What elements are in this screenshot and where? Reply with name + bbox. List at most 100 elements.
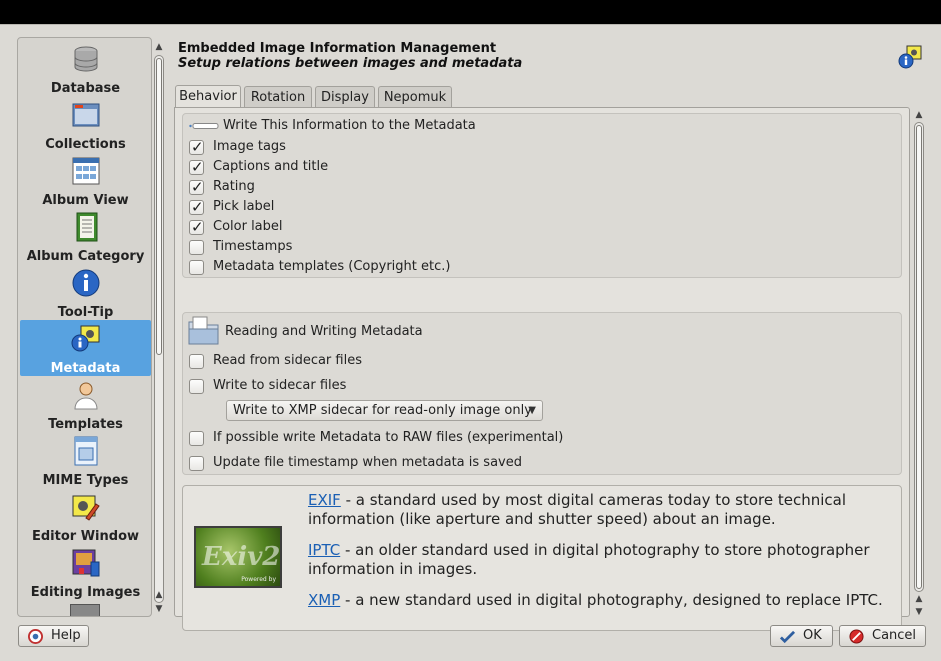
checkmark-icon: ✓ (191, 198, 204, 216)
raw-icon (70, 604, 100, 616)
metadata-icon (898, 45, 922, 69)
sidebar-scrollbar[interactable]: ▲ ▲ ▼ (152, 41, 166, 616)
info-icon (72, 269, 99, 297)
sidebar-item-label: Album View (42, 193, 129, 208)
main-scrollbar[interactable]: ▲ ▲ ▼ (912, 109, 926, 617)
checkbox-label: Write to sidecar files (213, 378, 347, 393)
sidebar-item-database[interactable]: Database (20, 40, 151, 96)
checkbox[interactable]: ✓ (189, 138, 204, 156)
checkbox[interactable] (189, 431, 204, 446)
exif-description: EXIF - a standard used by most digital c… (308, 491, 893, 529)
sidebar-item-metadata[interactable]: Metadata (20, 320, 151, 376)
checkbox[interactable]: ✓ (189, 218, 204, 236)
iptc-description: IPTC - an older standard used in digital… (308, 541, 893, 579)
cancel-button-label: Cancel (872, 628, 917, 643)
sidebar-item-editor-window[interactable]: Editor Window (20, 488, 151, 544)
xmp-link[interactable]: XMP (308, 591, 340, 609)
checkbox-label: Read from sidecar files (213, 353, 362, 368)
checkbox[interactable] (189, 240, 204, 255)
help-button[interactable]: Help (18, 625, 89, 647)
templates-icon (73, 382, 98, 410)
exif-link[interactable]: EXIF (308, 491, 341, 509)
checkbox[interactable]: ✓ (189, 178, 204, 196)
settings-sidebar: Database Collections Album View Album Ca… (17, 37, 152, 617)
scrollbar-thumb[interactable] (916, 125, 922, 589)
checkbox-label: Color label (213, 219, 283, 234)
sidebar-item-label: Templates (48, 417, 123, 432)
folder-icon (188, 316, 219, 345)
iptc-text: - an older standard used in digital phot… (308, 541, 870, 578)
checkbox[interactable] (189, 456, 204, 471)
checkmark-icon: ✓ (191, 218, 204, 236)
iptc-link[interactable]: IPTC (308, 541, 340, 559)
sidebar-item-label: Editing Images (30, 585, 141, 600)
sidebar-item-label: Database (50, 81, 121, 96)
checkbox[interactable]: ✓ (189, 198, 204, 216)
sidebar-item-editing-images[interactable]: Editing Images (20, 544, 151, 600)
collections-icon (72, 103, 99, 127)
scroll-up-icon[interactable]: ▲ (912, 109, 926, 121)
ok-button-label: OK (803, 628, 822, 643)
scroll-up-icon[interactable]: ▲ (912, 593, 926, 605)
sidebar-item-collections[interactable]: Collections (20, 96, 151, 152)
scroll-up-icon[interactable]: ▲ (152, 41, 166, 53)
scroll-up-icon[interactable]: ▲ (152, 589, 166, 601)
metadata-info-box: Exiv2 Powered by EXIF - a standard used … (182, 485, 902, 631)
sidebar-item-label: Album Category (26, 249, 145, 264)
tab-rotation[interactable]: Rotation (244, 86, 312, 108)
checkbox[interactable] (189, 379, 204, 394)
sidebar-item-label: MIME Types (42, 473, 129, 488)
xmp-description: XMP - a new standard used in digital pho… (308, 591, 893, 610)
write-group-title: Write This Information to the Metadata (223, 118, 476, 133)
help-icon (28, 629, 43, 644)
album-view-icon (72, 157, 99, 185)
sidebar-item-mime-types[interactable]: MIME Types (20, 432, 151, 488)
checkbox[interactable]: ✓ (189, 158, 204, 176)
sidebar-item-label: Editor Window (31, 529, 140, 544)
tab-nepomuk[interactable]: Nepomuk (378, 86, 452, 108)
cancel-icon (849, 629, 864, 644)
exiv2-logo: Exiv2 Powered by (194, 526, 282, 588)
scrollbar-track[interactable] (914, 122, 924, 592)
sidebar-item-tool-tip[interactable]: Tool-Tip (20, 264, 151, 320)
sidebar-item-label: Metadata (50, 361, 121, 376)
album-category-icon (76, 212, 97, 242)
metadata-icon (71, 325, 99, 352)
exiv2-logo-caption: Powered by (241, 576, 276, 583)
behavior-tab-panel: Write This Information to the Metadata ✓… (174, 107, 910, 631)
chevron-down-icon: ▼ (528, 405, 536, 416)
checkbox-label: Rating (213, 179, 255, 194)
mime-types-icon (74, 436, 97, 466)
xmp-text: - a new standard used in digital photogr… (340, 591, 883, 609)
editor-window-icon (72, 495, 100, 521)
sidebar-item-album-view[interactable]: Album View (20, 152, 151, 208)
write-group-icon (189, 123, 219, 129)
sidecar-mode-select[interactable]: Write to XMP sidecar for read-only image… (226, 400, 543, 421)
read-write-metadata-group: Reading and Writing Metadata Read from s… (182, 312, 902, 475)
database-icon (74, 46, 97, 72)
checkbox-label: Pick label (213, 199, 275, 214)
sidebar-item-label: Tool-Tip (57, 305, 114, 320)
checkbox[interactable] (189, 260, 204, 275)
tab-behavior[interactable]: Behavior (175, 85, 241, 108)
cancel-button[interactable]: Cancel (839, 625, 926, 647)
sidebar-item-templates[interactable]: Templates (20, 376, 151, 432)
checkbox-label: If possible write Metadata to RAW files … (213, 430, 564, 445)
write-metadata-group: Write This Information to the Metadata ✓… (182, 113, 902, 278)
settings-window: Database Collections Album View Album Ca… (0, 24, 941, 661)
checkbox-label: Timestamps (213, 239, 293, 254)
checkbox-label: Image tags (213, 139, 286, 154)
scrollbar-track[interactable] (154, 55, 164, 603)
checkmark-icon: ✓ (191, 178, 204, 196)
scroll-down-icon[interactable]: ▼ (912, 606, 926, 618)
checkmark-icon (780, 630, 795, 644)
read-write-group-title: Reading and Writing Metadata (225, 324, 423, 339)
scrollbar-thumb[interactable] (156, 58, 162, 355)
tab-display[interactable]: Display (315, 86, 375, 108)
sidebar-item-album-category[interactable]: Album Category (20, 208, 151, 264)
page-title: Embedded Image Information Management (178, 41, 497, 56)
checkbox[interactable] (189, 354, 204, 369)
exif-text: - a standard used by most digital camera… (308, 491, 846, 528)
ok-button[interactable]: OK (770, 625, 833, 647)
scroll-down-icon[interactable]: ▼ (152, 603, 166, 615)
